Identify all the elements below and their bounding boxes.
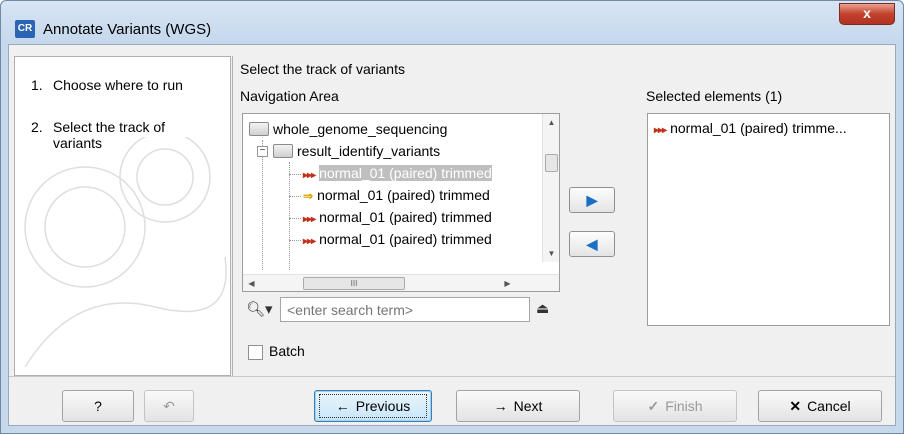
tree-item-label: result_identify_variants	[297, 143, 441, 159]
scroll-up-icon[interactable]: ▲	[543, 114, 559, 131]
folder-icon	[273, 144, 293, 158]
wizard-steps-panel: 1. Choose where to run 2. Select the track…	[14, 56, 231, 376]
collapse-icon[interactable]: −	[257, 146, 268, 157]
arrow-left-icon: ◀	[586, 236, 598, 252]
tree-item-variant-track[interactable]: ▸▸▸ normal_01 (paired) trimmed	[303, 206, 492, 228]
eject-icon[interactable]: ⏏	[536, 300, 549, 317]
reset-icon: ↶	[163, 398, 175, 414]
scroll-left-icon[interactable]: ◀	[243, 275, 260, 291]
decorative-swirl-icon	[24, 137, 227, 368]
remove-from-selection-button[interactable]: ◀	[569, 231, 615, 257]
tree-connector	[262, 140, 263, 270]
help-button[interactable]: ?	[62, 390, 134, 422]
scroll-down-icon[interactable]: ▼	[543, 245, 559, 262]
variant-track-icon: ▸▸▸	[303, 236, 316, 247]
tree-connector	[289, 174, 301, 175]
variant-track-icon: ▸▸▸	[303, 214, 316, 225]
navigation-area-label: Navigation Area	[240, 88, 339, 104]
cancel-button[interactable]: ✕ Cancel	[758, 390, 882, 422]
search-icon[interactable]: 🔍︎▾	[246, 300, 273, 318]
tree-connector	[289, 218, 301, 219]
list-item[interactable]: ▸▸▸ normal_01 (paired) trimme...	[654, 120, 847, 136]
add-to-selection-button[interactable]: ▶	[569, 187, 615, 213]
focus-ring	[319, 394, 427, 418]
batch-checkbox[interactable]	[248, 345, 263, 360]
tree-item-track-list[interactable]: ⇒ normal_01 (paired) trimmed	[303, 184, 490, 206]
vertical-scrollbar[interactable]: ▲ ▼	[542, 114, 559, 262]
step-choose-where-to-run[interactable]: 1. Choose where to run	[31, 77, 183, 93]
close-button[interactable]: x	[839, 3, 895, 25]
tree-item-label: normal_01 (paired) trimmed	[319, 165, 492, 181]
step-number: 1.	[31, 77, 43, 93]
search-input[interactable]	[280, 297, 530, 322]
step-label-continued: variants	[53, 135, 103, 151]
reset-button[interactable]: ↶	[144, 390, 194, 422]
batch-label: Batch	[269, 343, 305, 359]
section-heading: Select the track of variants	[240, 61, 405, 77]
folder-icon	[249, 122, 269, 136]
close-icon: ✕	[789, 398, 802, 414]
tree-item-variant-track[interactable]: ▸▸▸ normal_01 (paired) trimmed	[303, 162, 492, 184]
step-number: 2.	[31, 119, 43, 135]
footer-divider	[9, 376, 895, 377]
next-button[interactable]: → Next	[456, 390, 580, 422]
variant-track-icon: ▸▸▸	[303, 170, 316, 181]
step-label: Select the track of	[53, 119, 166, 135]
arrow-right-icon: ▶	[586, 192, 598, 208]
navigation-tree[interactable]: − whole_genome_sequencing result_identif…	[242, 113, 560, 292]
tree-connector	[289, 162, 290, 270]
track-list-icon: ⇒	[303, 189, 314, 203]
finish-button[interactable]: ✓ Finish	[613, 390, 737, 422]
cancel-label: Cancel	[807, 398, 851, 414]
window-title: Annotate Variants (WGS)	[43, 21, 212, 38]
step-label: Choose where to run	[53, 77, 183, 93]
title-bar[interactable]: CR Annotate Variants (WGS) x	[1, 1, 903, 45]
app-logo-icon: CR	[15, 20, 35, 38]
tree-item-label: normal_01 (paired) trimmed	[319, 209, 492, 225]
step-select-track[interactable]: 2. Select the track of variants	[31, 119, 165, 151]
previous-button[interactable]: ← Previous	[314, 390, 432, 422]
tree-item-folder[interactable]: whole_genome_sequencing	[249, 118, 447, 140]
next-label: Next	[513, 398, 543, 414]
selected-elements-list[interactable]: ▸▸▸ normal_01 (paired) trimme...	[647, 113, 890, 326]
arrow-right-icon: →	[493, 398, 508, 414]
tree-item-variant-track[interactable]: ▸▸▸ normal_01 (paired) trimmed	[303, 228, 492, 250]
list-item-label: normal_01 (paired) trimme...	[670, 120, 847, 136]
tree-item-folder[interactable]: result_identify_variants	[273, 140, 440, 162]
variant-track-icon: ▸▸▸	[654, 125, 667, 136]
horizontal-scrollbar[interactable]: ◀ III ▶	[243, 274, 559, 291]
scroll-thumb[interactable]	[545, 154, 558, 172]
tree-connector	[289, 196, 301, 197]
tree-connector	[289, 240, 301, 241]
tree-item-label: normal_01 (paired) trimmed	[317, 187, 490, 203]
scroll-right-icon[interactable]: ▶	[499, 275, 516, 291]
tree-item-label: normal_01 (paired) trimmed	[319, 231, 492, 247]
scroll-thumb[interactable]: III	[303, 277, 405, 290]
finish-label: Finish	[665, 398, 703, 414]
selected-elements-label: Selected elements (1)	[646, 88, 783, 104]
tree-item-label: whole_genome_sequencing	[273, 121, 448, 137]
checkmark-icon: ✓	[647, 398, 660, 414]
